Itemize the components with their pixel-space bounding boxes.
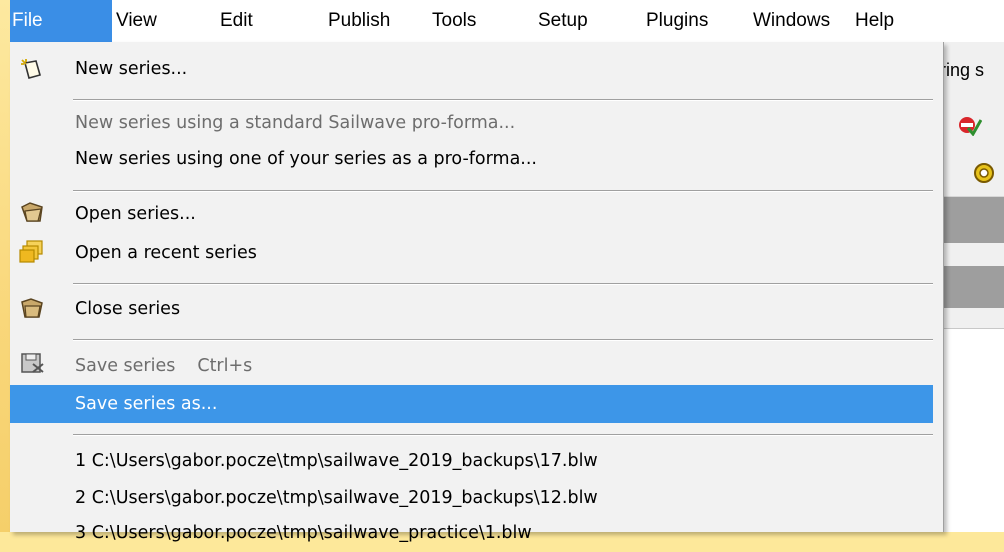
grey-bar-2 — [936, 266, 1004, 308]
menu-item-label: 1 C:\Users\gabor.pocze\tmp\sailwave_2019… — [75, 451, 598, 471]
menu-item-label: Save series as... — [75, 394, 218, 414]
menu-item-recent-3[interactable]: 3 C:\Users\gabor.pocze\tmp\sailwave_prac… — [10, 514, 933, 552]
menu-separator — [73, 283, 933, 285]
menu-item-new-series[interactable]: New series... — [10, 50, 933, 88]
menu-item-label: Close series — [75, 299, 181, 319]
menu-separator — [73, 99, 933, 101]
new-document-icon — [21, 59, 41, 79]
toolbar-top: ring s — [936, 42, 1004, 103]
menu-separator — [73, 339, 933, 341]
toolbar-row-2 — [936, 149, 1004, 197]
save-disk-icon — [21, 353, 44, 373]
menu-publish[interactable]: Publish — [328, 0, 390, 42]
shortcut-text: Ctrl+s — [197, 356, 253, 376]
recent-folders-icon — [19, 240, 43, 263]
menu-item-label: 2 C:\Users\gabor.pocze\tmp\sailwave_2019… — [75, 488, 598, 508]
menu-item-new-standard-proforma[interactable]: New series using a standard Sailwave pro… — [10, 104, 933, 142]
menu-item-open-recent[interactable]: Open a recent series — [10, 234, 933, 272]
menu-file[interactable]: File — [10, 0, 112, 42]
menu-separator — [73, 434, 933, 436]
menu-item-open-series[interactable]: Open series... — [10, 195, 933, 233]
toolbar-row-1 — [936, 102, 1004, 150]
menu-item-recent-1[interactable]: 1 C:\Users\gabor.pocze\tmp\sailwave_2019… — [10, 442, 933, 480]
menu-item-label: 3 C:\Users\gabor.pocze\tmp\sailwave_prac… — [75, 523, 532, 543]
menu-item-label: New series... — [75, 59, 188, 79]
menu-item-label: Open series... — [75, 204, 196, 224]
save-series-text: Save series — [75, 356, 176, 376]
open-folder-icon — [21, 202, 43, 222]
light-row — [936, 308, 1004, 329]
menu-windows[interactable]: Windows — [753, 0, 830, 42]
menu-item-label: New series using a standard Sailwave pro… — [75, 113, 516, 133]
menu-tools[interactable]: Tools — [432, 0, 476, 42]
menu-help[interactable]: Help — [855, 0, 894, 42]
partial-label: ring s — [940, 60, 985, 80]
menu-item-save-series[interactable]: Save series Ctrl+s — [10, 347, 933, 385]
menu-plugins[interactable]: Plugins — [646, 0, 708, 42]
menu-edit[interactable]: Edit — [220, 0, 253, 42]
menu-item-save-as[interactable]: Save series as... — [10, 385, 933, 423]
cancel-check-icon[interactable] — [958, 114, 982, 136]
menu-item-label: New series using one of your series as a… — [75, 149, 537, 169]
file-menu: New series... New series using a standar… — [10, 42, 944, 543]
menu-setup[interactable]: Setup — [538, 0, 588, 42]
menu-view[interactable]: View — [116, 0, 157, 42]
menu-separator — [73, 190, 933, 192]
menu-item-new-your-proforma[interactable]: New series using one of your series as a… — [10, 140, 933, 178]
menu-item-label: Save series Ctrl+s — [75, 347, 252, 385]
menu-item-close-series[interactable]: Close series — [10, 290, 933, 328]
gear-icon[interactable] — [972, 161, 996, 185]
close-folder-icon — [21, 298, 43, 318]
menu-item-recent-2[interactable]: 2 C:\Users\gabor.pocze\tmp\sailwave_2019… — [10, 479, 933, 517]
grey-bar-1 — [936, 197, 1004, 243]
menu-bar: File View Edit Publish Tools Setup Plugi… — [10, 0, 1004, 43]
light-gap — [936, 243, 1004, 266]
menu-item-label: Open a recent series — [75, 243, 257, 263]
